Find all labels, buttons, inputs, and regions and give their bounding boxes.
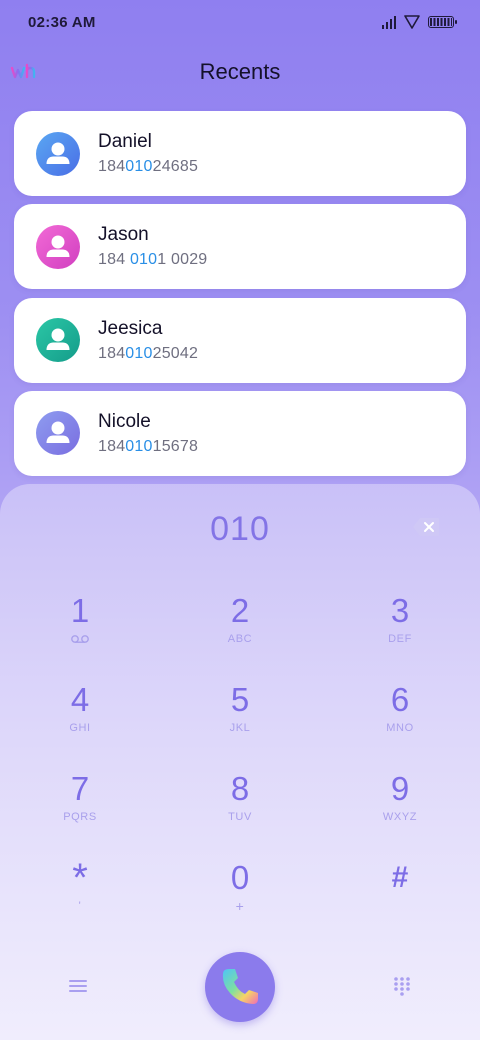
- key-digit: 2: [230, 592, 250, 629]
- key-1[interactable]: 1: [0, 592, 160, 681]
- key-5[interactable]: 5 JKL: [160, 681, 320, 770]
- contact-number: 18401025042: [98, 344, 199, 362]
- contact-number: 18401015678: [98, 437, 199, 455]
- key-2[interactable]: 2 ABC: [160, 592, 320, 681]
- key-9[interactable]: 9 WXYZ: [320, 770, 480, 859]
- key-6[interactable]: 6 MNO: [320, 681, 480, 770]
- key-letters: ABC: [227, 633, 253, 645]
- key-letters: ': [78, 900, 82, 912]
- backspace-icon[interactable]: [412, 517, 440, 537]
- recents-list: Daniel 18401024685 Jason 184 0101 0029 J…: [14, 111, 466, 484]
- key-letters: TUV: [228, 811, 252, 823]
- key-8[interactable]: 8 TUV: [160, 770, 320, 859]
- contact-person-icon: [36, 131, 80, 176]
- contact-card[interactable]: Nicole 18401015678: [14, 390, 466, 476]
- dialpad-panel: 010 1 2 ABC 3 DEF 4 GHI 5 JKL 6 MNO 7 PQ…: [0, 484, 480, 1040]
- contact-name: Jason: [98, 224, 149, 246]
- key-digit: *: [72, 856, 88, 900]
- key-7[interactable]: 7 PQRS: [0, 770, 160, 859]
- voicemail-icon: [71, 635, 89, 643]
- key-letters: MNO: [386, 722, 414, 734]
- key-letters: +: [235, 898, 245, 914]
- contact-card[interactable]: Jason 184 0101 0029: [14, 204, 466, 290]
- app-logo-icon: [10, 63, 36, 79]
- status-time: 02:36 AM: [28, 13, 96, 31]
- contact-number: 184 0101 0029: [98, 251, 208, 269]
- key-digit: #: [391, 861, 409, 894]
- key-digit: 8: [230, 770, 250, 807]
- key-digit: 6: [390, 681, 410, 718]
- contact-name: Nicole: [98, 410, 151, 432]
- key-letters: JKL: [229, 722, 251, 734]
- status-icons: [382, 15, 457, 29]
- avatar: [36, 318, 80, 363]
- dialpad-grid-icon[interactable]: [393, 976, 411, 996]
- key-letters: PQRS: [63, 811, 97, 823]
- avatar: [36, 224, 80, 269]
- wifi-icon: [404, 15, 420, 29]
- key-3[interactable]: 3 DEF: [320, 592, 480, 681]
- dial-input[interactable]: 010: [0, 506, 480, 552]
- contact-card[interactable]: Daniel 18401024685: [14, 111, 466, 196]
- status-bar: 02:36 AM: [0, 0, 480, 44]
- battery-icon: [428, 16, 457, 28]
- call-button[interactable]: [205, 952, 275, 1022]
- contact-person-icon: [36, 411, 80, 456]
- signal-icon: [382, 15, 396, 29]
- contact-name: Daniel: [98, 131, 152, 152]
- key-digit: 4: [70, 681, 90, 718]
- keypad: 1 2 ABC 3 DEF 4 GHI 5 JKL 6 MNO 7 PQRS 8…: [0, 592, 480, 948]
- contact-card[interactable]: Jeesica 18401025042: [14, 297, 466, 383]
- key-letters: WXYZ: [382, 811, 418, 823]
- key-letters: GHI: [69, 722, 91, 734]
- phone-icon: [222, 969, 258, 1004]
- key-digit: 1: [70, 592, 90, 629]
- key-star[interactable]: * ': [0, 856, 160, 948]
- contact-person-icon: [36, 224, 80, 269]
- key-digit: 0: [230, 859, 250, 896]
- page-title: Recents: [199, 59, 281, 84]
- key-digit: 3: [390, 592, 410, 629]
- key-digit: 9: [390, 770, 410, 807]
- key-digit: 5: [230, 681, 250, 718]
- avatar: [36, 131, 80, 176]
- key-letters: DEF: [388, 633, 412, 645]
- key-0[interactable]: 0 +: [160, 859, 320, 948]
- menu-icon[interactable]: [68, 978, 88, 994]
- key-digit: 7: [70, 770, 90, 807]
- key-4[interactable]: 4 GHI: [0, 681, 160, 770]
- contact-person-icon: [36, 318, 80, 363]
- key-hash[interactable]: #: [320, 859, 480, 948]
- header: Recents: [0, 48, 480, 96]
- avatar: [36, 411, 80, 456]
- contact-number: 18401024685: [98, 158, 199, 175]
- contact-name: Jeesica: [98, 317, 163, 339]
